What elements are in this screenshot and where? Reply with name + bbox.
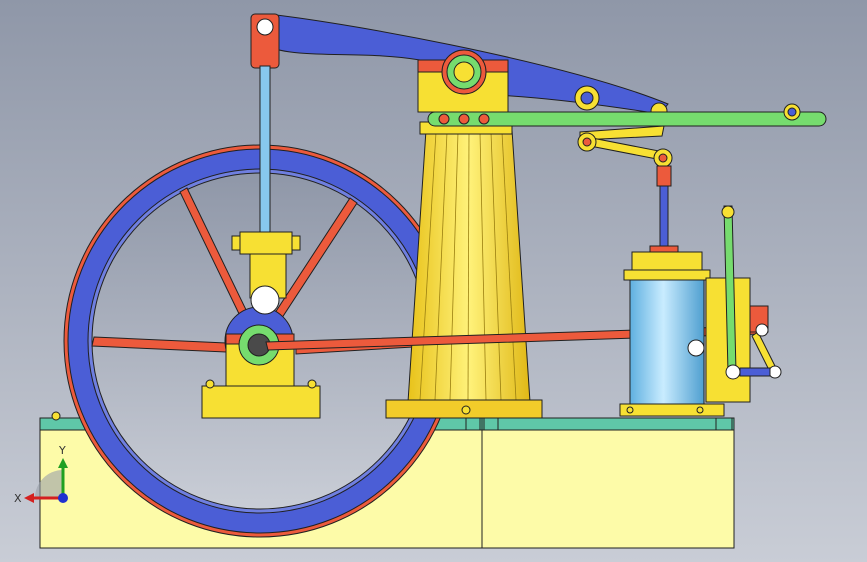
triad-x-label: X: [14, 492, 22, 505]
triad-y-label: Y: [58, 444, 66, 457]
steam-beam-engine-model[interactable]: [0, 0, 867, 562]
cad-viewport[interactable]: Y X: [0, 0, 867, 562]
coordinate-triad: Y X: [14, 444, 68, 505]
